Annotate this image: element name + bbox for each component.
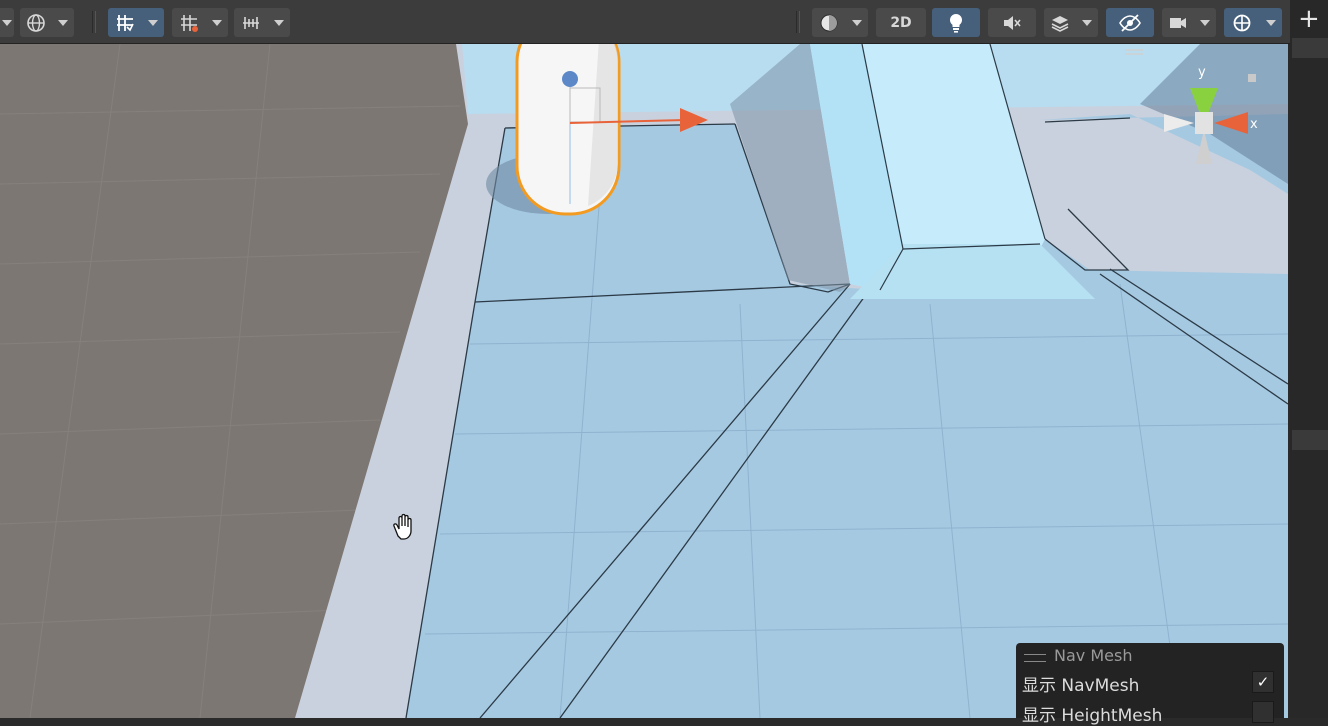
add-button[interactable]: +: [1298, 4, 1320, 34]
shaded-sphere-icon: [820, 14, 838, 31]
chevron-down-icon: [274, 19, 284, 26]
increment-snap-button[interactable]: [234, 8, 268, 37]
chevron-down-icon: [852, 19, 862, 26]
increment-snap-icon: [243, 16, 259, 29]
show-heightmesh-checkbox[interactable]: [1252, 701, 1274, 723]
grid-visibility-button[interactable]: [172, 8, 206, 37]
scene-camera-dropdown[interactable]: [1194, 8, 1216, 37]
grid-visibility-dropdown[interactable]: [206, 8, 228, 37]
chevron-down-icon: [212, 19, 222, 26]
chevron-down-icon: [1266, 19, 1276, 26]
visibility-off-icon: [1119, 13, 1141, 32]
global-view-button[interactable]: [20, 8, 52, 37]
overlay-title: Nav Mesh: [1054, 646, 1133, 665]
chevron-down-icon: [58, 19, 68, 26]
gizmos-dropdown[interactable]: [1260, 8, 1282, 37]
chevron-down-icon: [2, 19, 12, 26]
inspector-edge-panel: [1290, 0, 1328, 718]
drag-handle-icon[interactable]: [1024, 654, 1046, 662]
gizmo-y-label: y: [1198, 65, 1206, 80]
scene-render: y x: [0, 44, 1288, 718]
global-view-dropdown[interactable]: [52, 8, 74, 37]
toggle-2d-button[interactable]: 2D: [876, 8, 926, 37]
grid-snap-icon: [117, 14, 134, 31]
layers-icon: [1051, 15, 1069, 32]
chevron-down-icon: [148, 19, 158, 26]
toolbar-separator: [92, 11, 96, 33]
shading-mode-button[interactable]: [812, 8, 846, 37]
gizmos-icon: [1233, 14, 1251, 31]
shading-mode-dropdown[interactable]: [846, 8, 868, 37]
gizmo-center-cube[interactable]: [1195, 112, 1213, 134]
audio-muted-icon: [1004, 15, 1021, 30]
scene-camera-button[interactable]: [1162, 8, 1194, 37]
toolbar-separator: [796, 11, 800, 33]
lighting-toggle-button[interactable]: [932, 8, 980, 37]
panel-header-strip: [1292, 38, 1328, 58]
effects-button[interactable]: [1044, 8, 1076, 37]
gizmos-button[interactable]: [1224, 8, 1260, 37]
camera-icon: [1170, 17, 1186, 28]
increment-snap-dropdown[interactable]: [268, 8, 290, 37]
effects-dropdown[interactable]: [1076, 8, 1098, 37]
navmesh-overlay-panel: Nav Mesh 显示 NavMesh ✓ 显示 HeightMesh: [1016, 643, 1284, 726]
scene-viewport[interactable]: y x: [0, 44, 1288, 718]
lightbulb-icon: [949, 13, 963, 33]
panel-header-strip: [1292, 430, 1328, 450]
show-navmesh-label: 显示 NavMesh: [1022, 676, 1140, 696]
grid-visibility-icon: [181, 14, 198, 32]
audio-toggle-button[interactable]: [988, 8, 1036, 37]
show-navmesh-checkbox[interactable]: ✓: [1252, 671, 1274, 693]
grid-snap-dropdown[interactable]: [142, 8, 164, 37]
projection-lock-icon[interactable]: [1248, 74, 1256, 82]
move-gizmo-center[interactable]: [562, 71, 578, 87]
hidden-objects-toggle[interactable]: [1106, 8, 1154, 37]
chevron-down-icon: [1200, 19, 1210, 26]
gizmo-x-label: x: [1250, 117, 1258, 132]
grid-snap-button[interactable]: [108, 8, 142, 37]
tool-dropdown[interactable]: [0, 8, 14, 37]
scene-toolbar: 2D: [0, 0, 1290, 44]
chevron-down-icon: [1082, 19, 1092, 26]
global-view-icon: [27, 13, 45, 32]
show-heightmesh-label: 显示 HeightMesh: [1022, 706, 1163, 726]
